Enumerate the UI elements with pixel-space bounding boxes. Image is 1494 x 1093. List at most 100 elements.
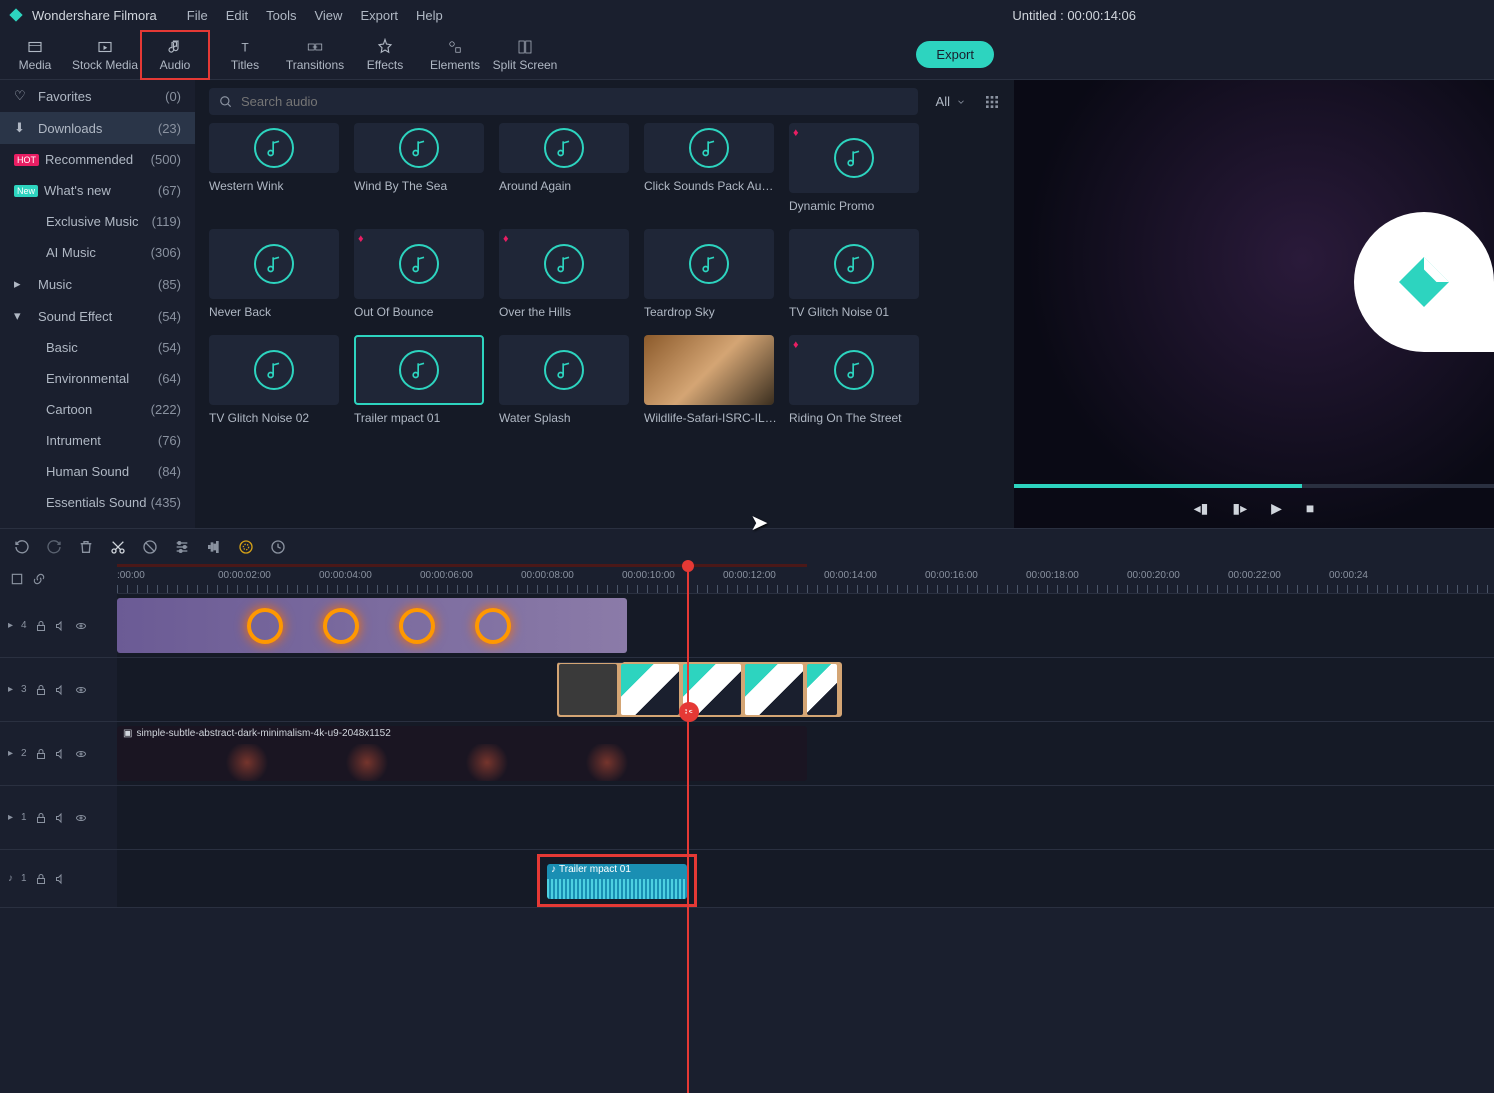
timeline: :00:0000:00:02:0000:00:04:0000:00:06:000…	[0, 564, 1494, 908]
sidebar-item-recommended[interactable]: HOTRecommended(500)	[0, 144, 195, 175]
mute-icon[interactable]	[55, 748, 67, 760]
color-button[interactable]	[238, 539, 254, 555]
tab-audio[interactable]: Audio	[140, 30, 210, 80]
audio-track-1: ♪ 1 ♪Trailer mpact 01	[0, 850, 1494, 908]
video-track-1: ▸ 1	[0, 786, 1494, 850]
track-content[interactable]	[117, 594, 1494, 657]
sidebar-item-human-sound[interactable]: Human Sound(84)	[0, 456, 195, 487]
video-track-3: ▸ 3 1200x630bb ✂	[0, 658, 1494, 722]
audio-item[interactable]: Never Back	[209, 229, 344, 319]
audio-item[interactable]: Wildlife-Safari-ISRC-IL-66...	[644, 335, 779, 425]
redo-button[interactable]	[46, 539, 62, 555]
timeline-ruler[interactable]: :00:0000:00:02:0000:00:04:0000:00:06:000…	[117, 564, 1494, 594]
audio-item[interactable]: Trailer mpact 01	[354, 335, 489, 425]
menu-help[interactable]: Help	[416, 8, 443, 23]
eye-icon[interactable]	[75, 812, 87, 824]
snap-icon[interactable]	[10, 572, 24, 586]
search-input[interactable]	[241, 94, 908, 109]
eye-icon[interactable]	[75, 684, 87, 696]
audio-item[interactable]: ♦Over the Hills	[499, 229, 634, 319]
tab-effects[interactable]: Effects	[350, 30, 420, 80]
mute-icon[interactable]	[55, 620, 67, 632]
delete-button[interactable]	[78, 539, 94, 555]
preview-progress[interactable]	[1014, 484, 1494, 488]
sidebar-item-environmental[interactable]: Environmental(64)	[0, 363, 195, 394]
audio-item[interactable]: Click Sounds Pack Audio...	[644, 123, 779, 213]
search-box[interactable]	[209, 88, 918, 115]
track-content[interactable]: 1200x630bb ✂	[117, 658, 1494, 721]
audio-item[interactable]: TV Glitch Noise 02	[209, 335, 344, 425]
menu-edit[interactable]: Edit	[226, 8, 248, 23]
preview-viewport[interactable]	[1014, 80, 1494, 484]
menu-view[interactable]: View	[314, 8, 342, 23]
sidebar-item-cartoon[interactable]: Cartoon(222)	[0, 394, 195, 425]
cut-button[interactable]	[110, 539, 126, 555]
video-clip[interactable]: ▣simple-subtle-abstract-dark-minimalism-…	[117, 726, 807, 781]
sidebar-item-downloads[interactable]: ⬇Downloads(23)	[0, 112, 195, 144]
mute-icon[interactable]	[55, 812, 67, 824]
grid-view-icon[interactable]	[984, 94, 1000, 110]
track-number: 1	[21, 873, 27, 884]
eye-icon[interactable]	[75, 620, 87, 632]
eye-icon[interactable]	[75, 748, 87, 760]
audio-item[interactable]: Wind By The Sea	[354, 123, 489, 213]
track-content[interactable]	[117, 786, 1494, 849]
tab-stock-media[interactable]: Stock Media	[70, 30, 140, 80]
export-button[interactable]: Export	[916, 41, 994, 68]
audio-item[interactable]: TV Glitch Noise 01	[789, 229, 924, 319]
sidebar-item-music[interactable]: ▸Music(85)	[0, 268, 195, 300]
tab-transitions[interactable]: Transitions	[280, 30, 350, 80]
menu-export[interactable]: Export	[360, 8, 398, 23]
playhead[interactable]	[687, 564, 689, 1093]
lock-icon[interactable]	[35, 812, 47, 824]
sidebar-item-exclusive-music[interactable]: Exclusive Music(119)	[0, 206, 195, 237]
audio-clip[interactable]: ♪Trailer mpact 01	[547, 864, 687, 899]
app-title: Wondershare Filmora	[32, 8, 157, 23]
video-clip[interactable]	[117, 598, 627, 653]
track-content[interactable]: ▣simple-subtle-abstract-dark-minimalism-…	[117, 722, 1494, 785]
sidebar-item-basic[interactable]: Basic(54)	[0, 332, 195, 363]
link-icon[interactable]	[32, 572, 46, 586]
speed-button[interactable]	[270, 539, 286, 555]
filter-dropdown[interactable]: All	[928, 94, 974, 109]
video-track-4: ▸ 4	[0, 594, 1494, 658]
tab-elements[interactable]: Elements	[420, 30, 490, 80]
adjust-button[interactable]	[174, 539, 190, 555]
tab-split-screen[interactable]: Split Screen	[490, 30, 560, 80]
sidebar-item-favorites[interactable]: ♡Favorites(0)	[0, 80, 195, 112]
audio-item[interactable]: Western Wink	[209, 123, 344, 213]
audio-item[interactable]: ♦Dynamic Promo	[789, 123, 924, 213]
audio-item[interactable]: ♦Out Of Bounce	[354, 229, 489, 319]
tab-media[interactable]: Media	[0, 30, 70, 80]
audio-item[interactable]: ♦Riding On The Street	[789, 335, 924, 425]
crop-button[interactable]	[142, 539, 158, 555]
sidebar-item-what-s-new[interactable]: NewWhat's new(67)	[0, 175, 195, 206]
audio-item[interactable]: Around Again	[499, 123, 634, 213]
timeline-toolbar	[0, 528, 1494, 564]
sidebar-item-essentials-sound[interactable]: Essentials Sound(435)	[0, 487, 195, 518]
sidebar-item-ai-music[interactable]: AI Music(306)	[0, 237, 195, 268]
sidebar-item-intrument[interactable]: Intrument(76)	[0, 425, 195, 456]
audio-item[interactable]: Water Splash	[499, 335, 634, 425]
video-clip[interactable]: 1200x630bb	[557, 662, 842, 717]
tab-titles[interactable]: TTitles	[210, 30, 280, 80]
split-marker[interactable]: ✂	[679, 702, 699, 722]
next-frame-button[interactable]: ▮▸	[1232, 500, 1247, 517]
menu-tools[interactable]: Tools	[266, 8, 296, 23]
play-button[interactable]: ▶	[1271, 500, 1282, 517]
stop-button[interactable]: ■	[1306, 500, 1314, 516]
mute-icon[interactable]	[55, 684, 67, 696]
sidebar-item-ambience-sound[interactable]: Ambience Sound(176)	[0, 518, 195, 528]
prev-frame-button[interactable]: ◂▮	[1194, 500, 1209, 517]
sidebar-item-sound-effect[interactable]: ▾Sound Effect(54)	[0, 300, 195, 332]
lock-icon[interactable]	[35, 748, 47, 760]
track-content[interactable]: ♪Trailer mpact 01	[117, 850, 1494, 907]
lock-icon[interactable]	[35, 684, 47, 696]
audio-tool-button[interactable]	[206, 539, 222, 555]
undo-button[interactable]	[14, 539, 30, 555]
menu-file[interactable]: File	[187, 8, 208, 23]
lock-icon[interactable]	[35, 873, 47, 885]
mute-icon[interactable]	[55, 873, 67, 885]
audio-item[interactable]: Teardrop Sky	[644, 229, 779, 319]
lock-icon[interactable]	[35, 620, 47, 632]
